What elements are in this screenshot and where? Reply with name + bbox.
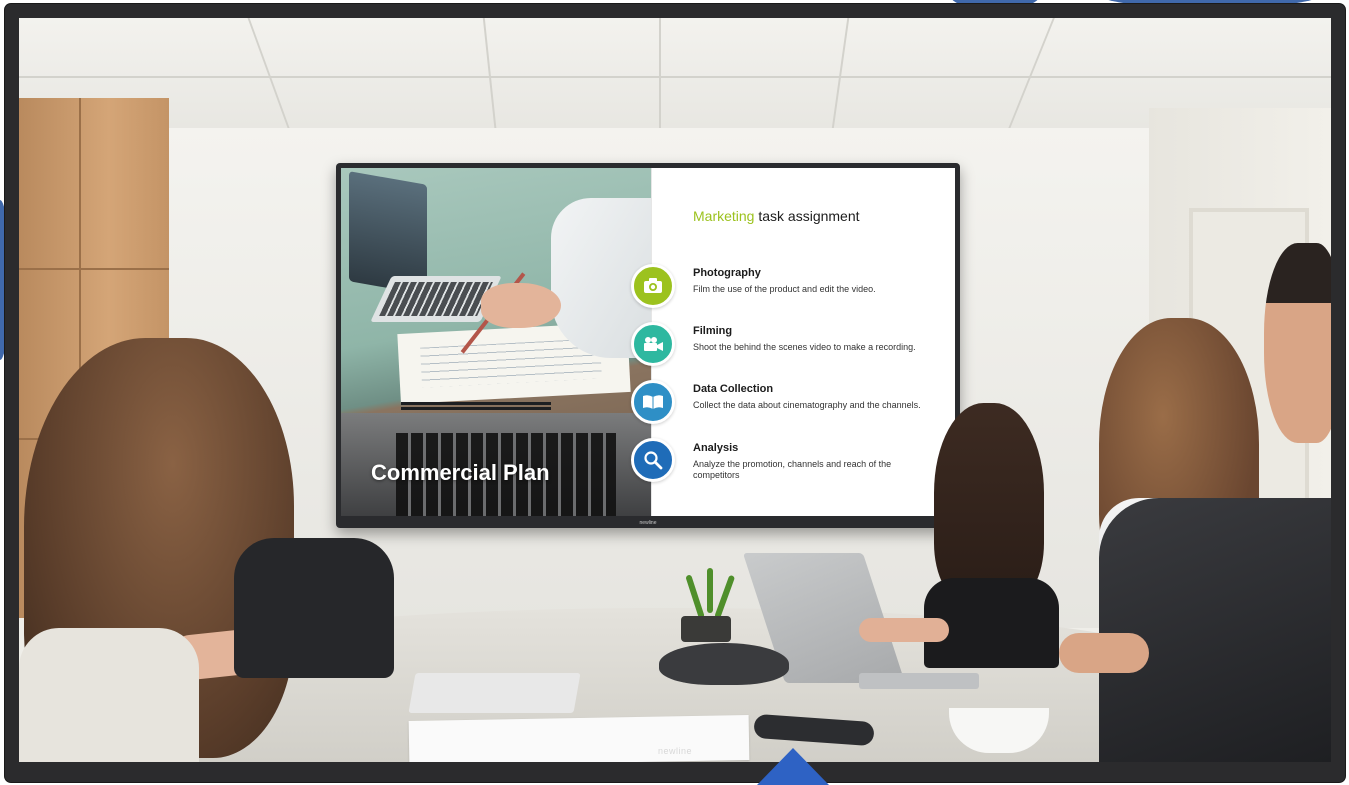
person-left-body [19,628,199,762]
item-desc-photography: Film the use of the product and edit the… [693,284,876,294]
video-camera-icon [631,322,675,366]
item-title-data-collection: Data Collection [693,383,774,395]
conference-phone [659,643,789,685]
ceiling [19,18,1331,136]
plant [707,568,713,613]
person-man-head [1264,243,1331,443]
camera-icon [631,264,675,308]
person-suit-left [234,538,394,678]
slide-heading-accent: Marketing [693,208,755,224]
presentation-slide: Commercial Plan Marketing task assignmen… [341,168,955,516]
item-title-filming: Filming [693,325,733,337]
slide-heading: Marketing task assignment [693,208,860,224]
plant-pot [681,616,731,642]
slide-heading-rest: task assignment [758,208,860,224]
display-screen: Commercial Plan Marketing task assignmen… [19,18,1331,762]
item-title-photography: Photography [693,267,761,279]
slide-photo: Commercial Plan [341,168,651,516]
laptop-keyboard [408,673,581,713]
wall-tv: Commercial Plan Marketing task assignmen… [336,163,960,528]
item-desc-filming: Shoot the behind the scenes video to mak… [693,342,916,352]
display-brand-logo: newline [657,746,693,756]
person-middle-arm [859,618,949,642]
slide-photo-caption: Commercial Plan [371,460,550,485]
magnifier-icon [631,438,675,482]
laptop-base [859,673,979,689]
tv-brand-logo: newline [639,520,657,526]
bottom-triangle-decoration [757,748,829,785]
person-man-body [1099,498,1331,762]
item-desc-analysis: Analyze the promotion, channels and reac… [693,459,892,480]
person-man-hand [1059,633,1149,673]
display-bezel: Commercial Plan Marketing task assignmen… [5,4,1345,782]
item-title-analysis: Analysis [693,442,739,454]
book-icon [631,380,675,424]
person-middle-hair [934,403,1044,603]
item-desc-data-collection: Collect the data about cinematography an… [693,400,921,410]
